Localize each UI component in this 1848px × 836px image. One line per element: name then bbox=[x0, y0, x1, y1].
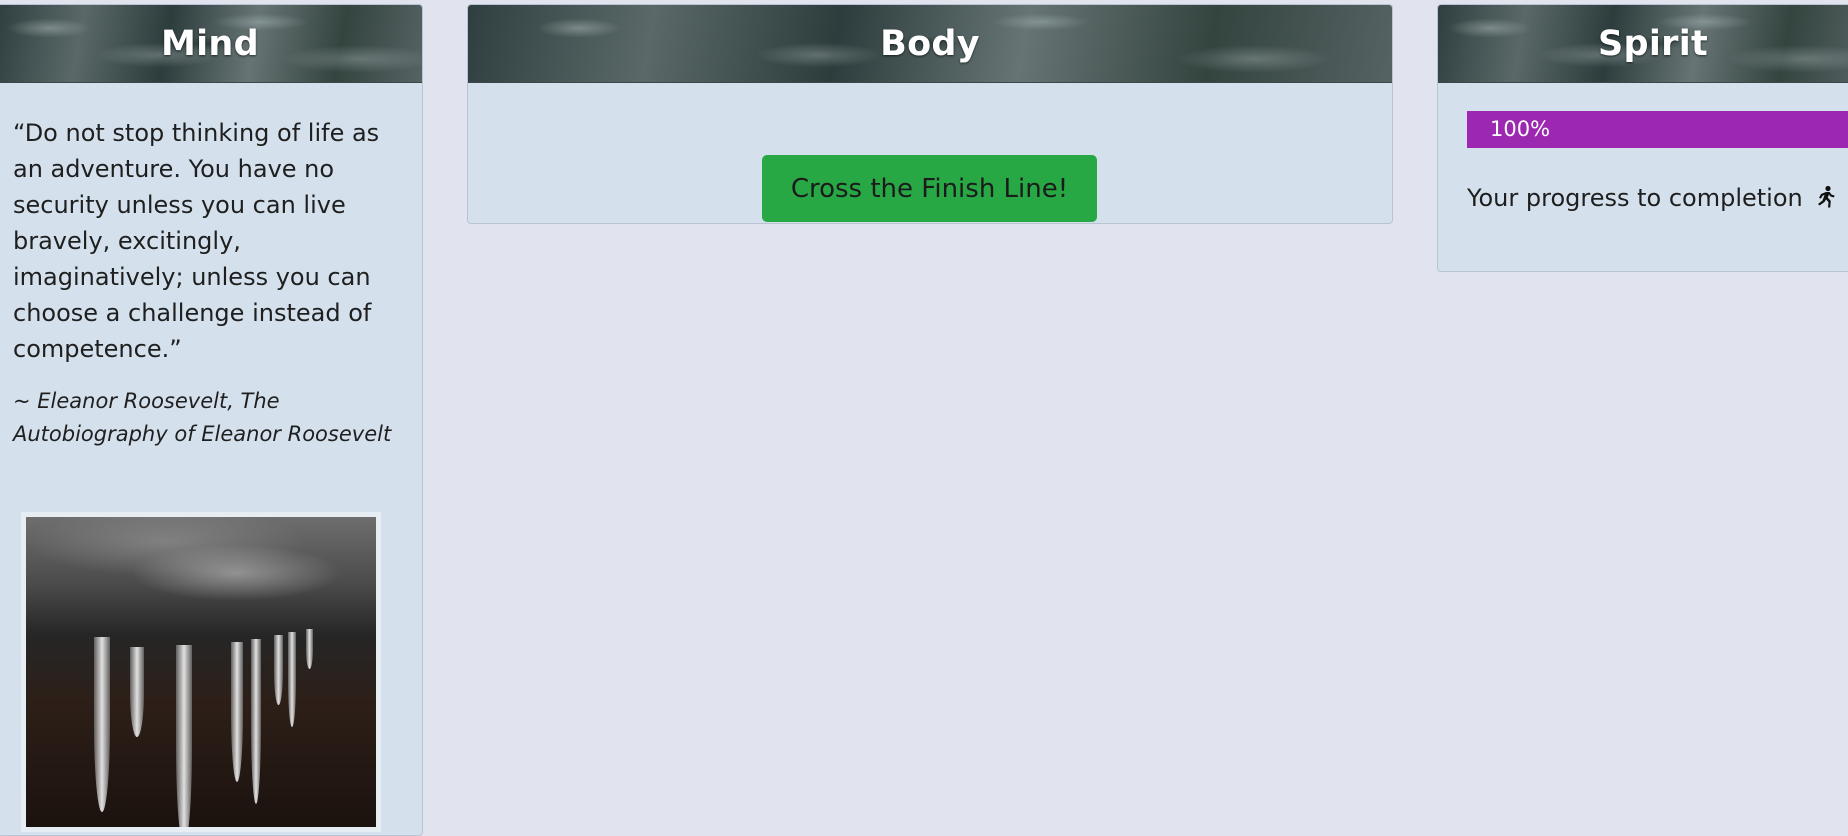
body-header: Body bbox=[468, 5, 1392, 83]
progress-label: 100% bbox=[1490, 117, 1551, 141]
icicles-photo bbox=[26, 517, 376, 827]
spirit-header: Spirit bbox=[1438, 5, 1848, 83]
quote-text: “Do not stop thinking of life as an adve… bbox=[13, 119, 380, 363]
quote-attribution: ~ Eleanor Roosevelt, The Autobiography o… bbox=[13, 389, 392, 446]
runner-icon bbox=[1814, 185, 1836, 215]
body-panel: Body Cross the Finish Line! bbox=[467, 4, 1393, 224]
spirit-title: Spirit bbox=[1597, 23, 1709, 64]
progress-caption: Your progress to completion bbox=[1467, 184, 1836, 215]
mind-panel: Mind “Do not stop thinking of life as an… bbox=[0, 4, 423, 836]
progress-caption-text: Your progress to completion bbox=[1467, 184, 1803, 212]
mind-title: Mind bbox=[161, 23, 259, 64]
progress-bar-fill: 100% bbox=[1467, 111, 1848, 148]
body-title: Body bbox=[880, 23, 980, 64]
spirit-panel: Spirit 100% Your progress to completion bbox=[1437, 4, 1848, 272]
cross-finish-line-button[interactable]: Cross the Finish Line! bbox=[762, 155, 1097, 222]
icicles-photo-frame bbox=[21, 512, 381, 832]
mind-header: Mind bbox=[0, 5, 422, 83]
progress-bar: 100% bbox=[1467, 111, 1848, 148]
